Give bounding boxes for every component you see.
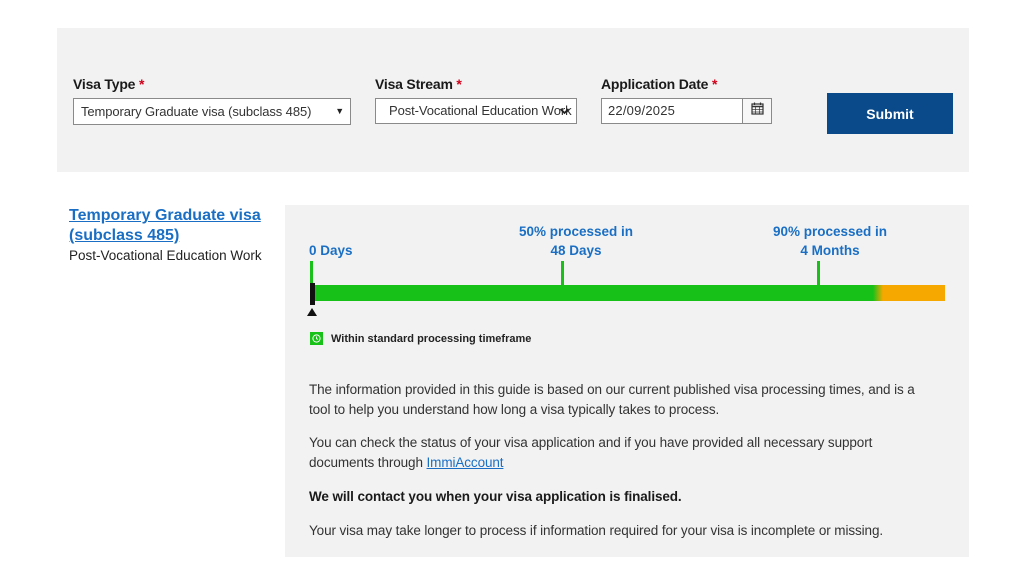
timeline-50-tick (561, 261, 564, 285)
timeline-start-tick (310, 261, 313, 285)
visa-title-link[interactable]: Temporary Graduate visa (subclass 485) (69, 206, 274, 246)
application-date-picker: 22/09/2025 (601, 98, 773, 124)
timeline-bar-transition (873, 285, 883, 301)
required-mark: * (138, 76, 145, 92)
calendar-icon (750, 102, 764, 120)
info-paragraph-delay: Your visa may take longer to process if … (309, 523, 884, 538)
pointer-arrow-icon (307, 308, 317, 316)
clock-icon (310, 332, 323, 345)
visa-stream-field: Visa Stream * Post-Vocational Education … (375, 76, 577, 124)
info-paragraph-guide: The information provided in this guide i… (309, 382, 915, 417)
visa-type-value: Temporary Graduate visa (subclass 485) (81, 104, 312, 119)
visa-type-label: Visa Type * (73, 76, 145, 92)
triangle-down-icon: ▼ (335, 106, 344, 116)
visa-stream-value: Post-Vocational Education Work (389, 103, 572, 118)
application-date-field: Application Date * 22/09/2025 (601, 76, 773, 124)
required-mark: * (711, 76, 718, 92)
timeline-90-tick (817, 261, 820, 285)
required-mark: * (456, 76, 462, 92)
timeline-bar-standard (313, 285, 873, 301)
application-date-input[interactable]: 22/09/2025 (601, 98, 742, 124)
timeline-bar-extended (883, 285, 945, 301)
timeline-90-label: 90% processed in 4 Months (772, 224, 888, 258)
timeline-start-label: 0 Days (309, 243, 353, 258)
chevron-down-icon (559, 99, 570, 123)
calendar-button[interactable] (742, 98, 772, 124)
info-paragraph-status: You can check the status of your visa ap… (309, 435, 873, 470)
status-legend-text: Within standard processing timeframe (331, 332, 532, 345)
submit-button[interactable]: Submit (827, 93, 953, 134)
current-position-marker (310, 283, 315, 305)
visa-type-field: Visa Type * Temporary Graduate visa (sub… (73, 76, 351, 125)
visa-stream-select[interactable]: Post-Vocational Education Work (375, 98, 577, 124)
result-summary: Temporary Graduate visa (subclass 485) P… (69, 206, 274, 263)
processing-time-panel: 0 Days 50% processed in 48 Days 90% proc… (285, 205, 969, 557)
visa-search-form: Visa Type * Temporary Graduate visa (sub… (57, 28, 969, 172)
visa-type-select[interactable]: Temporary Graduate visa (subclass 485) ▼ (73, 98, 351, 125)
visa-stream-label: Visa Stream * (375, 76, 462, 92)
visa-stream-text: Post-Vocational Education Work (69, 248, 262, 263)
application-date-label: Application Date * (601, 76, 718, 92)
info-paragraph-contact: We will contact you when your visa appli… (309, 489, 682, 504)
immiaccount-link[interactable]: ImmiAccount (427, 455, 504, 470)
timeline-50-label: 50% processed in 48 Days (518, 224, 634, 258)
status-legend: Within standard processing timeframe (310, 332, 531, 345)
